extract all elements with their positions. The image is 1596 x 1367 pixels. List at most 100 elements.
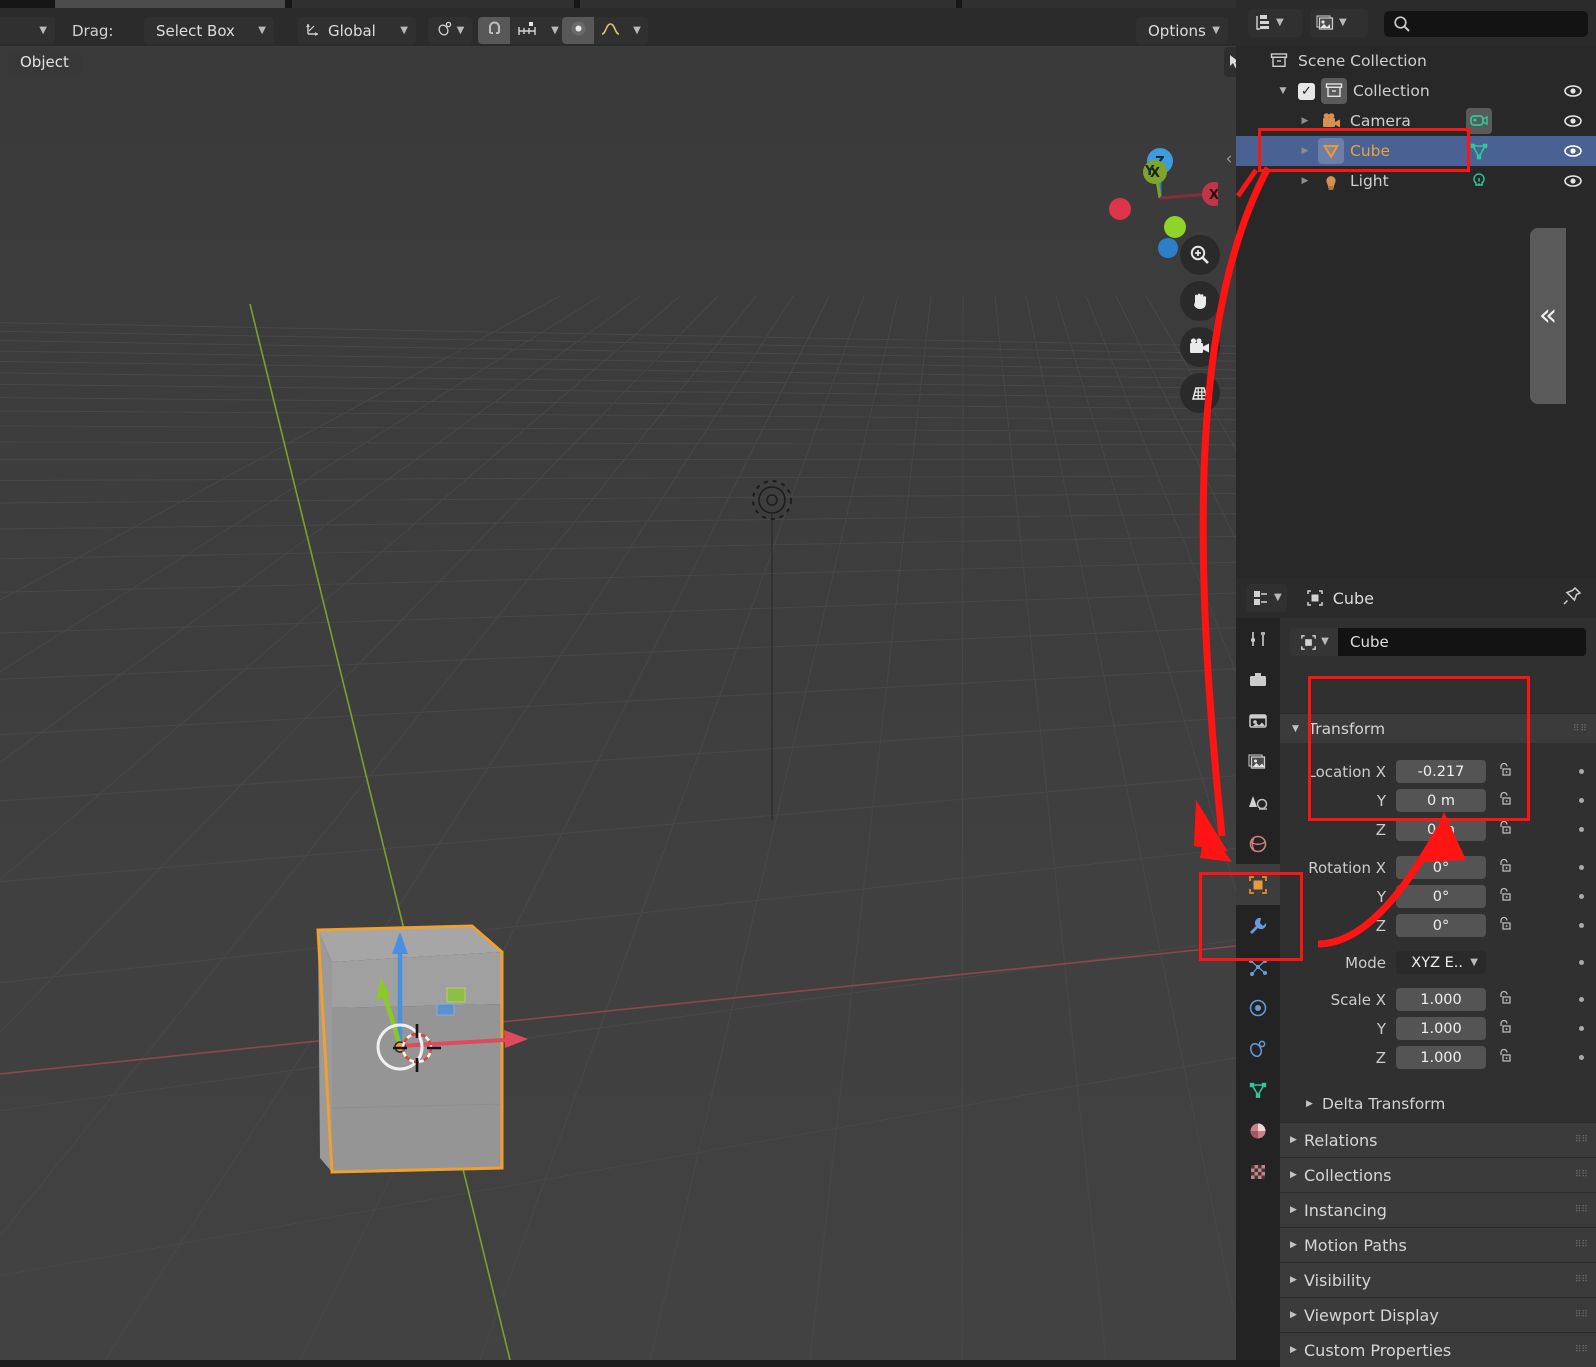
proportional-editing-toggle[interactable] [562,17,594,44]
properties-tab-texture[interactable] [1236,1151,1280,1192]
visibility-eye-icon[interactable] [1562,111,1584,135]
tab-4[interactable] [962,0,1262,8]
viewport-options-dropdown[interactable]: Options ▼ [1136,17,1228,44]
animate-dot[interactable] [1579,960,1584,965]
properties-editor-type-dropdown[interactable]: ▼ [1246,584,1287,612]
pin-icon[interactable] [1562,586,1582,610]
snap-increment-button[interactable] [510,17,544,44]
tab-2[interactable] [292,0,574,8]
rotation-mode-dropdown[interactable]: XYZ E.. ▼ [1396,951,1486,974]
outliner-display-mode-dropdown[interactable]: ▼ [1248,9,1302,37]
lock-icon[interactable] [1496,761,1513,782]
accordion-viewport-display[interactable]: ▶ Viewport Display ⠿⠿ [1280,1297,1596,1332]
drag-tool-dropdown[interactable]: Select Box ▼ [144,17,274,44]
accordion-instancing[interactable]: ▶ Instancing ⠿⠿ [1280,1192,1596,1227]
outliner-row-camera[interactable]: ▶ Camera [1236,106,1596,136]
expand-triangle-icon[interactable]: ▼ [1276,86,1290,96]
object-name-field[interactable]: Cube [1338,628,1586,656]
animate-dot[interactable] [1579,798,1584,803]
accordion-motion-paths[interactable]: ▶ Motion Paths ⠿⠿ [1280,1227,1596,1262]
rotation-x-field[interactable]: 0° [1396,856,1486,879]
delta-transform-panel-header[interactable]: ▶ Delta Transform [1280,1089,1596,1119]
outliner-row-light[interactable]: ▶ Light [1236,166,1596,196]
lock-icon[interactable] [1496,819,1513,840]
outliner-row-scene-collection[interactable]: Scene Collection [1236,46,1596,76]
transform-panel-header[interactable]: ▼ Transform ⠿⠿ [1280,713,1596,743]
accordion-visibility[interactable]: ▶ Visibility ⠿⠿ [1280,1262,1596,1297]
properties-tab-scene[interactable] [1236,782,1280,823]
lock-icon[interactable] [1496,989,1513,1010]
rotation-y-field[interactable]: 0° [1396,885,1486,908]
camera-view-button[interactable] [1180,327,1220,367]
properties-tab-constraints[interactable] [1236,1028,1280,1069]
animate-dot[interactable] [1579,1026,1584,1031]
object-id-badge[interactable]: ▼ [1290,628,1338,656]
interaction-mode-pill[interactable]: Object [8,49,81,75]
properties-tab-object[interactable] [1236,864,1280,905]
location-z-field[interactable]: 0 m [1396,818,1486,841]
accordion-custom-properties[interactable]: ▶ Custom Properties ⠿⠿ [1280,1332,1596,1367]
rotation-z-field[interactable]: 0° [1396,914,1486,937]
lock-icon[interactable] [1496,790,1513,811]
accordion-label: Collections [1304,1165,1392,1185]
properties-tab-physics[interactable] [1236,987,1280,1028]
lock-icon[interactable] [1496,886,1513,907]
snap-magnet-toggle[interactable] [478,17,510,44]
toggle-perspective-button[interactable] [1180,373,1220,413]
outliner-row-collection[interactable]: ▼ ✓ Collection [1236,76,1596,106]
transform-orientation-dropdown[interactable]: Global ▼ [298,17,416,44]
accordion-collections[interactable]: ▶ Collections ⠿⠿ [1280,1157,1596,1192]
properties-tab-data[interactable] [1236,1069,1280,1110]
scale-z-field[interactable]: 1.000 [1396,1046,1486,1069]
sidebar-collapse-button[interactable]: « [1530,228,1566,404]
collection-checkbox[interactable]: ✓ [1298,82,1315,100]
animate-dot[interactable] [1579,769,1584,774]
properties-tab-particles[interactable] [1236,946,1280,987]
location-y-field[interactable]: 0 m [1396,789,1486,812]
expand-triangle-icon[interactable]: ▶ [1298,146,1312,156]
tab-3[interactable] [580,0,956,8]
properties-tab-tool[interactable] [1236,618,1280,659]
animate-dot[interactable] [1579,923,1584,928]
interaction-mode-label: Object [20,53,69,71]
properties-tab-modifiers[interactable] [1236,905,1280,946]
animate-dot[interactable] [1579,827,1584,832]
lock-icon[interactable] [1496,1047,1513,1068]
properties-tab-output[interactable] [1236,700,1280,741]
visibility-eye-icon[interactable] [1562,81,1584,105]
animate-dot[interactable] [1579,997,1584,1002]
animate-dot[interactable] [1579,1055,1584,1060]
lock-icon[interactable] [1496,857,1513,878]
animate-dot[interactable] [1579,865,1584,870]
lock-icon[interactable] [1496,1018,1513,1039]
visibility-eye-icon[interactable] [1562,141,1584,165]
editor-mode-dropdown[interactable]: ▼ [0,17,55,44]
properties-tab-render[interactable] [1236,659,1280,700]
properties-tab-world[interactable] [1236,823,1280,864]
properties-editor[interactable]: ▼ Cube ▼ Cube ▼ Transform ⠿⠿ Location X … [1236,578,1596,1367]
properties-tab-view-layer[interactable] [1236,741,1280,782]
location-x-field[interactable]: -0.217 [1396,760,1486,783]
viewport-sidebar-toggle[interactable]: ‹ [1222,149,1236,169]
outliner-filter-dropdown[interactable]: ▼ [1310,9,1368,37]
prop-label: Z [1375,916,1386,935]
proportional-falloff-button[interactable] [594,17,626,44]
lock-icon[interactable] [1496,915,1513,936]
light-object-icon [1318,168,1344,194]
visibility-eye-icon[interactable] [1562,171,1584,195]
properties-tab-material[interactable] [1236,1110,1280,1151]
scale-x-field[interactable]: 1.000 [1396,988,1486,1011]
outliner-row-cube[interactable]: ▶ Cube [1236,136,1596,166]
scale-y-field[interactable]: 1.000 [1396,1017,1486,1040]
expand-triangle-icon[interactable]: ▶ [1298,176,1312,186]
tab-1[interactable] [55,0,285,8]
3d-viewport[interactable]: Z X Y X Y [0,46,1236,1360]
animate-dot[interactable] [1579,894,1584,899]
accordion-relations[interactable]: ▶ Relations ⠿⠿ [1280,1122,1596,1157]
outliner-search-input[interactable] [1384,11,1588,37]
expand-triangle-icon[interactable]: ▶ [1298,116,1312,126]
move-view-button[interactable] [1180,281,1220,321]
zoom-view-button[interactable] [1180,235,1220,275]
falloff-options-arrow[interactable]: ▼ [626,17,648,44]
pivot-point-dropdown[interactable]: ▼ [428,17,472,44]
